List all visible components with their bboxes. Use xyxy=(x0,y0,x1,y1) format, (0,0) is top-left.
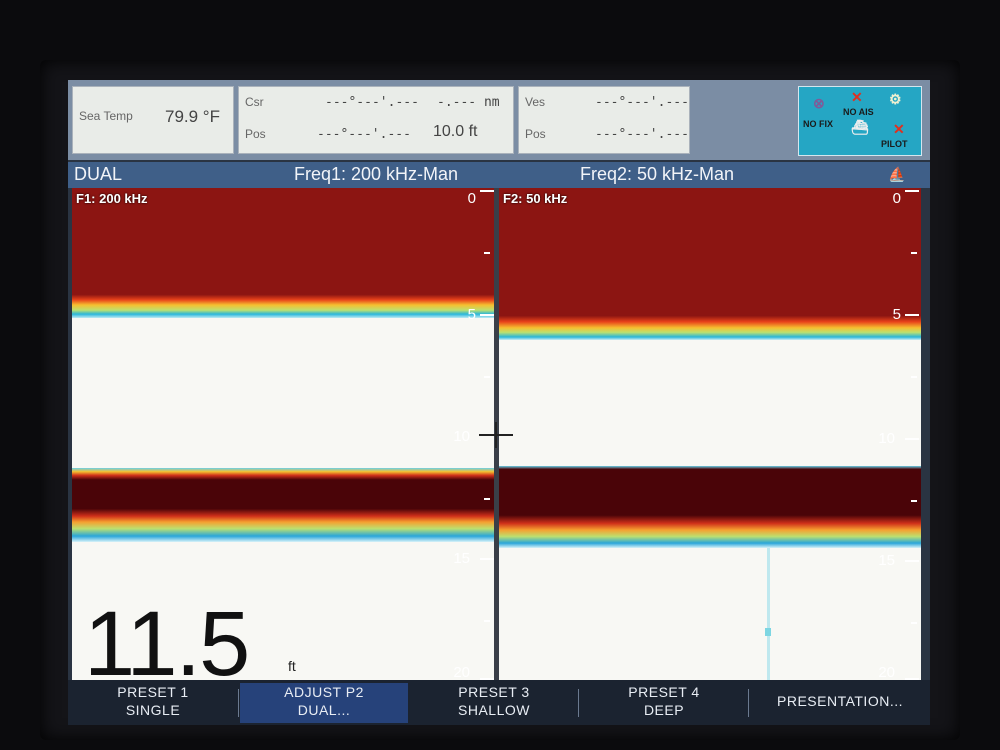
scale-tick xyxy=(905,560,919,562)
sonar-pane-200khz: F1: 200 kHz 0 5 10 15 20 11.5 ft xyxy=(72,188,494,680)
ves-position: ---°---'.--- xyxy=(595,95,689,110)
scale-0: 0 xyxy=(467,190,476,207)
sea-temp-box: Sea Temp 79.9 °F xyxy=(72,86,234,154)
scale-5: 5 xyxy=(467,306,476,323)
softkey-line1: PRESET 1 xyxy=(117,684,189,700)
scale-tick xyxy=(905,190,919,192)
freq2-label: Freq2: 50 kHz-Man xyxy=(580,164,735,184)
scale-minor-tick xyxy=(911,500,917,502)
softkey-line2: DUAL... xyxy=(297,702,351,718)
scale-10: 10 xyxy=(453,428,470,445)
softkey-line2: DEEP xyxy=(643,702,685,718)
no-ais-icon: ✕ xyxy=(851,89,863,105)
softkey-preset-3[interactable]: PRESET 3 SHALLOW xyxy=(410,683,579,723)
autopilot-icon: ⚙ xyxy=(889,91,902,107)
softkey-line2: SHALLOW xyxy=(458,702,530,718)
vessel-position-box: Ves ---°---'.--- Pos ---°---'.--- xyxy=(518,86,690,154)
scale-tick xyxy=(480,190,494,192)
csr-range: -.--- nm xyxy=(437,95,500,110)
scale-minor-tick xyxy=(484,376,490,378)
softkey-adjust-p2[interactable]: ADJUST P2 DUAL... xyxy=(240,683,408,723)
csr-position: ---°---'.--- xyxy=(325,95,419,110)
freq1-label: Freq1: 200 kHz-Man xyxy=(294,164,459,184)
softkey-presentation[interactable]: PRESENTATION... xyxy=(750,683,930,723)
status-no-ais: NO AIS xyxy=(843,107,874,117)
softkey-line2: SINGLE xyxy=(125,702,181,718)
status-no-fix: NO FIX xyxy=(803,119,834,129)
status-pilot: PILOT xyxy=(881,139,908,149)
softkey-separator xyxy=(578,689,579,717)
scale-0: 0 xyxy=(892,190,901,207)
pos-depth: 10.0 ft xyxy=(433,123,478,140)
depth-unit: ft xyxy=(288,658,296,674)
scale-20: 20 xyxy=(878,664,895,680)
boat-icon: ⛴ xyxy=(851,119,869,135)
scale-minor-tick xyxy=(911,376,917,378)
scale-tick xyxy=(480,314,494,316)
pane-frequency-label: F1: 200 kHz xyxy=(76,191,148,206)
scale-tick xyxy=(905,438,919,440)
pos2-label: Pos xyxy=(525,127,546,141)
softkey-separator xyxy=(238,689,239,717)
scale-5: 5 xyxy=(892,306,901,323)
scale-minor-tick xyxy=(484,498,490,500)
scale-minor-tick xyxy=(484,620,490,622)
scale-10: 10 xyxy=(878,430,895,447)
softkey-line1: PRESENTATION... xyxy=(777,693,903,709)
sonar-pane-50khz: F2: 50 kHz 0 5 10 15 20 xyxy=(499,188,921,680)
chartplotter-screen: Sea Temp 79.9 °F Csr ---°---'.--- -.--- … xyxy=(68,80,930,725)
sea-temp-label: Sea Temp xyxy=(79,109,133,123)
pos-position: ---°---'.--- xyxy=(317,127,411,142)
softkey-preset-1[interactable]: PRESET 1 SINGLE xyxy=(68,683,239,723)
softkey-preset-4[interactable]: PRESET 4 DEEP xyxy=(580,683,749,723)
softkey-bar: PRESET 1 SINGLE ADJUST P2 DUAL... PRESET… xyxy=(68,680,930,725)
csr-label: Csr xyxy=(245,95,264,109)
scale-15: 15 xyxy=(453,550,470,567)
boat-icon: ⛵ xyxy=(888,166,906,182)
scale-tick xyxy=(905,314,919,316)
pilot-off-icon: ✕ xyxy=(893,121,905,137)
sea-temp-value: 79.9 °F xyxy=(165,107,220,126)
ves-label: Ves xyxy=(525,95,546,109)
softkey-line1: ADJUST P2 xyxy=(284,684,364,700)
cursor-crosshair-vertical[interactable] xyxy=(495,422,497,448)
scale-minor-tick xyxy=(911,622,917,624)
no-fix-icon: ⊗ xyxy=(813,95,825,111)
depth-readout: 11.5 xyxy=(84,593,250,680)
mode-title-bar: DUAL Freq1: 200 kHz-Man Freq2: 50 kHz-Ma… xyxy=(68,162,930,188)
cursor-position-box: Csr ---°---'.--- -.--- nm Pos ---°---'.-… xyxy=(238,86,514,154)
scale-minor-tick xyxy=(484,252,490,254)
scale-20: 20 xyxy=(453,664,470,680)
scale-15: 15 xyxy=(878,552,895,569)
softkey-line1: PRESET 4 xyxy=(628,684,700,700)
scale-tick xyxy=(480,558,494,560)
data-bar: Sea Temp 79.9 °F Csr ---°---'.--- -.--- … xyxy=(68,80,930,160)
mode-label: DUAL xyxy=(74,164,123,184)
pane-frequency-label: F2: 50 kHz xyxy=(503,191,568,206)
pos2-position: ---°---'.--- xyxy=(595,127,689,142)
scale-minor-tick xyxy=(911,252,917,254)
softkey-separator xyxy=(748,689,749,717)
softkey-line1: PRESET 3 xyxy=(458,684,530,700)
status-panel: ⊗ NO FIX ✕ NO AIS ⛴ ⚙ ✕ PILOT xyxy=(798,86,922,156)
pos-label: Pos xyxy=(245,127,266,141)
